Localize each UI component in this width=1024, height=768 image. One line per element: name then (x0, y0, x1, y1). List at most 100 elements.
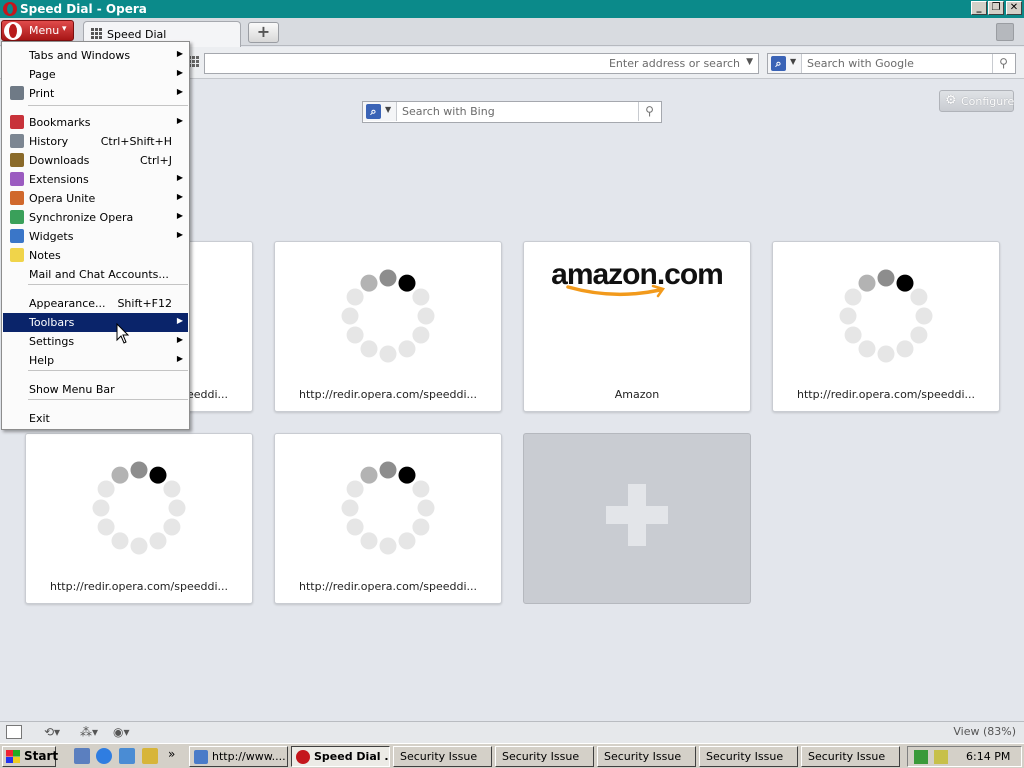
submenu-arrow-icon: ▶ (176, 354, 183, 363)
speed-dial-amazon[interactable]: amazon.com Amazon (523, 241, 751, 412)
menu-item-widgets[interactable]: Widgets ▶ (3, 227, 188, 246)
search-placeholder: Search with Bing (402, 105, 495, 118)
menu-item-label: Widgets (29, 230, 74, 243)
spinner-dot (412, 288, 430, 306)
menu-item-tabs-and-windows[interactable]: Tabs and Windows ▶ (3, 46, 188, 65)
dial-caption: http://redir.opera.com/speeddi... (299, 580, 477, 593)
menu-item-print[interactable]: Print ▶ (3, 84, 188, 103)
add-speed-dial-button[interactable] (523, 433, 751, 604)
spinner-dot (346, 518, 364, 536)
speed-dial-4[interactable]: http://redir.opera.com/speeddi... (772, 241, 1000, 412)
speed-dial-2[interactable]: http://redir.opera.com/speeddi... (274, 241, 502, 412)
zoom-level[interactable]: View (83%) (953, 725, 1016, 738)
panel-toggle-icon[interactable] (6, 725, 22, 739)
minimize-button[interactable]: _ (971, 1, 987, 15)
quick-launch-overflow-icon[interactable]: » (168, 747, 175, 761)
spinner-dot (398, 466, 416, 484)
menu-item-appearance[interactable]: Appearance... Shift+F12 (3, 294, 188, 313)
menu-item-label: Tabs and Windows (29, 49, 131, 62)
trash-icon[interactable] (996, 23, 1014, 41)
speed-dial-5[interactable]: http://redir.opera.com/speeddi... (25, 433, 253, 604)
menu-item-label: Appearance... (29, 297, 106, 310)
spinner-dot (360, 274, 378, 292)
menu-item-help[interactable]: Help ▶ (3, 351, 188, 370)
menu-item-mail-and-chat-accounts[interactable]: Mail and Chat Accounts... (3, 265, 188, 284)
spinner-dot (379, 269, 397, 287)
taskbar-button-label: Security Issue (400, 750, 478, 763)
taskbar-button[interactable]: Speed Dial ... (291, 746, 390, 767)
menu-item-history[interactable]: History Ctrl+Shift+H (3, 132, 188, 151)
opera-menu-button[interactable]: Menu ▾ (1, 20, 74, 41)
menu-item-extensions[interactable]: Extensions ▶ (3, 170, 188, 189)
new-tab-button[interactable]: + (248, 22, 279, 43)
submenu-arrow-icon: ▶ (176, 68, 183, 77)
dial-caption: http://redir.opera.com/speeddi... (299, 388, 477, 401)
widgets-icon (10, 229, 24, 243)
taskbar-button[interactable]: http://www.... (189, 746, 288, 767)
address-placeholder: Enter address or search (608, 57, 740, 70)
menu-item-opera-unite[interactable]: Opera Unite ▶ (3, 189, 188, 208)
opera-logo-icon (296, 750, 310, 764)
unite-icon[interactable]: ⁂▾ (80, 725, 98, 741)
taskbar-button[interactable]: Security Issue (495, 746, 594, 767)
bing-search-field[interactable]: ⌕ ▼ Search with Bing ⚲ (362, 101, 662, 123)
configure-button[interactable]: ⚙ Configure (939, 90, 1014, 112)
show-desktop-icon[interactable] (74, 748, 90, 764)
printer-icon (10, 86, 24, 100)
spinner-dot (111, 466, 129, 484)
speed-dial-6[interactable]: http://redir.opera.com/speeddi... (274, 433, 502, 604)
downloads-icon (10, 153, 24, 167)
menu-item-toolbars[interactable]: Toolbars ▶ (3, 313, 188, 332)
dial-caption: http://redir.opera.com/speeddi... (50, 580, 228, 593)
start-button[interactable]: Start (2, 746, 58, 767)
menu-item-shortcut: Shift+F12 (117, 297, 172, 310)
menu-separator (28, 399, 188, 400)
turbo-icon[interactable]: ◉▾ (113, 725, 130, 741)
menu-item-show-menu-bar[interactable]: Show Menu Bar (3, 380, 188, 399)
menu-item-page[interactable]: Page ▶ (3, 65, 188, 84)
opera-logo-icon (4, 22, 22, 40)
search-icon[interactable] (142, 748, 158, 764)
address-field[interactable]: Enter address or search ▼ (204, 53, 759, 74)
taskbar-button[interactable]: Security Issue (801, 746, 900, 767)
spinner-dot (844, 326, 862, 344)
sync-icon (10, 210, 24, 224)
search-engine-selector[interactable]: ⌕ ▼ (768, 54, 802, 73)
menu-item-synchronize-opera[interactable]: Synchronize Opera ▶ (3, 208, 188, 227)
spinner-dot (896, 274, 914, 292)
taskbar-button-label: Security Issue (808, 750, 886, 763)
close-window-button[interactable]: ✕ (1006, 1, 1022, 15)
taskbar-button[interactable]: Security Issue (597, 746, 696, 767)
spinner-dot (360, 532, 378, 550)
spinner-dot (341, 499, 359, 517)
internet-explorer-icon[interactable] (96, 748, 112, 764)
taskbar-button[interactable]: Security Issue (699, 746, 798, 767)
security-shield-icon[interactable] (934, 750, 948, 764)
window-title-bar[interactable]: Speed Dial - Opera _ ❐ ✕ (0, 0, 1024, 18)
sync-icon[interactable]: ⟲▾ (44, 725, 60, 741)
taskbar-button[interactable]: Security Issue (393, 746, 492, 767)
opera-main-menu: Tabs and Windows ▶ Page ▶ Print ▶ Bookmarks ▶ Hi… (1, 41, 190, 430)
address-history-dropdown-icon[interactable]: ▼ (746, 57, 753, 67)
spinner-dot (398, 274, 416, 292)
loading-spinner-icon (92, 461, 186, 555)
search-go-icon[interactable]: ⚲ (992, 54, 1014, 73)
spinner-dot (417, 499, 435, 517)
menu-item-exit[interactable]: Exit (3, 409, 188, 428)
network-icon[interactable] (914, 750, 928, 764)
menu-item-downloads[interactable]: Downloads Ctrl+J (3, 151, 188, 170)
restore-button[interactable]: ❐ (988, 1, 1004, 15)
menu-item-notes[interactable]: Notes (3, 246, 188, 265)
spinner-dot (360, 466, 378, 484)
taskbar-button-label: Security Issue (502, 750, 580, 763)
extensions-icon (10, 172, 24, 186)
google-search-field[interactable]: ⌕ ▼ Search with Google ⚲ (767, 53, 1016, 74)
spinner-dot (915, 307, 933, 325)
menu-item-bookmarks[interactable]: Bookmarks ▶ (3, 113, 188, 132)
spinner-dot (341, 307, 359, 325)
search-go-icon[interactable]: ⚲ (638, 102, 660, 121)
menu-item-settings[interactable]: Settings ▶ (3, 332, 188, 351)
search-engine-selector[interactable]: ⌕ ▼ (363, 102, 397, 121)
outlook-express-icon[interactable] (119, 748, 135, 764)
spinner-dot (97, 480, 115, 498)
